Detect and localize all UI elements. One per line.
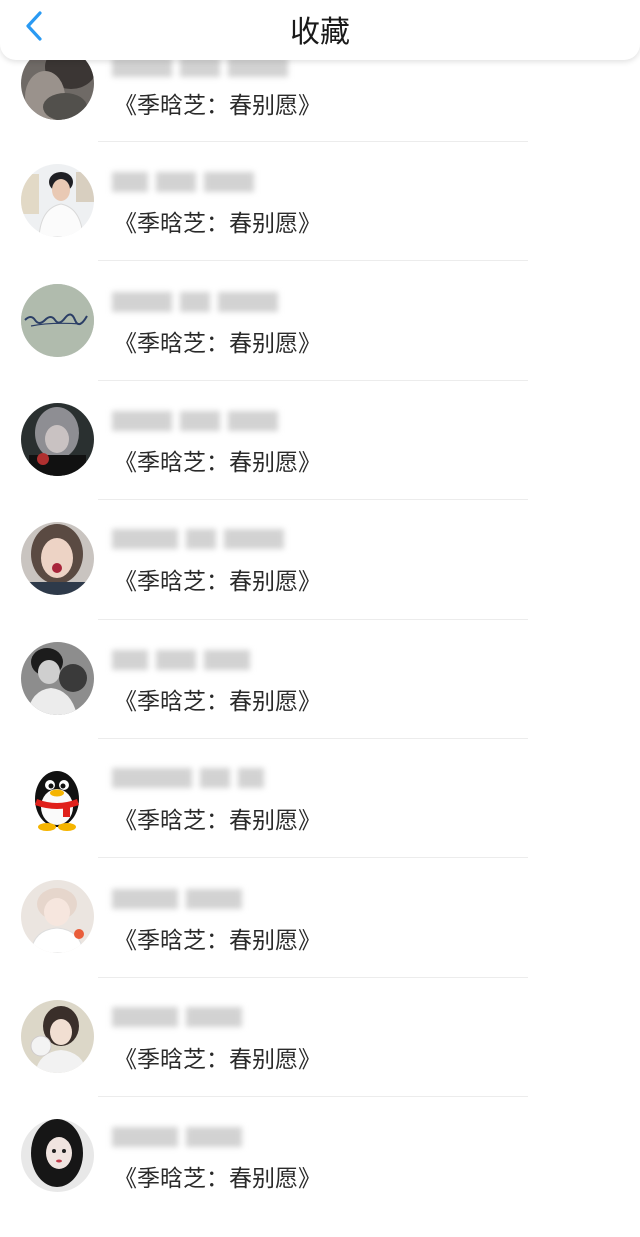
work-title: 《季晗芝：春别愿》 — [114, 569, 321, 595]
work-title: 《季晗芝：春别愿》 — [114, 1166, 321, 1192]
work-title: 《季晗芝：春别愿》 — [114, 331, 321, 357]
user-avatar[interactable] — [21, 642, 94, 715]
divider — [98, 141, 528, 142]
list-item[interactable]: 《季晗芝：春别愿》 — [0, 43, 640, 162]
divider — [98, 619, 528, 620]
work-title: 《季晗芝：春别愿》 — [114, 1047, 321, 1073]
username-blurred — [112, 57, 288, 79]
username-blurred — [112, 889, 242, 911]
list-item[interactable]: 《季晗芝：春别愿》 — [0, 641, 640, 760]
work-title: 《季晗芝：春别愿》 — [114, 808, 321, 834]
work-title: 《季晗芝：春别愿》 — [114, 928, 321, 954]
work-title: 《季晗芝：春别愿》 — [114, 689, 321, 715]
username-blurred — [112, 1127, 242, 1149]
username-blurred — [112, 292, 278, 314]
divider — [98, 857, 528, 858]
user-avatar[interactable] — [21, 1000, 94, 1073]
user-avatar[interactable] — [21, 403, 94, 476]
list-item[interactable]: 《季晗芝：春别愿》 — [0, 403, 640, 522]
username-blurred — [112, 1007, 242, 1029]
username-blurred — [112, 172, 254, 194]
list-item[interactable]: 《季晗芝：春别愿》 — [0, 999, 640, 1118]
list-item[interactable]: 《季晗芝：春别愿》 — [0, 283, 640, 402]
divider — [98, 260, 528, 261]
work-title: 《季晗芝：春别愿》 — [114, 450, 321, 476]
user-avatar[interactable] — [21, 880, 94, 953]
username-blurred — [112, 650, 250, 672]
divider — [98, 977, 528, 978]
list-item[interactable]: 《季晗芝：春别愿》 — [0, 522, 640, 641]
list-item[interactable]: 《季晗芝：春别愿》 — [0, 880, 640, 999]
username-blurred — [112, 768, 264, 790]
user-avatar[interactable] — [21, 522, 94, 595]
work-title: 《季晗芝：春别愿》 — [114, 211, 321, 237]
work-title: 《季晗芝：春别愿》 — [114, 93, 321, 119]
username-blurred — [112, 529, 284, 551]
divider — [98, 380, 528, 381]
user-avatar[interactable] — [21, 164, 94, 237]
qq-penguin-icon — [35, 771, 79, 831]
divider — [98, 738, 528, 739]
top-nav-bar: 收藏 — [0, 0, 640, 60]
list-item[interactable]: 《季晗芝：春别愿》 — [0, 163, 640, 282]
divider — [98, 1096, 528, 1097]
user-avatar[interactable] — [21, 761, 94, 834]
list-item[interactable]: 《季晗芝：春别愿》 — [0, 760, 640, 879]
page-title: 收藏 — [290, 15, 350, 50]
user-avatar[interactable] — [21, 284, 94, 357]
divider — [98, 499, 528, 500]
username-blurred — [112, 411, 278, 433]
list-item[interactable]: 《季晗芝：春别愿》 — [0, 1118, 640, 1237]
user-avatar[interactable] — [21, 1119, 94, 1192]
